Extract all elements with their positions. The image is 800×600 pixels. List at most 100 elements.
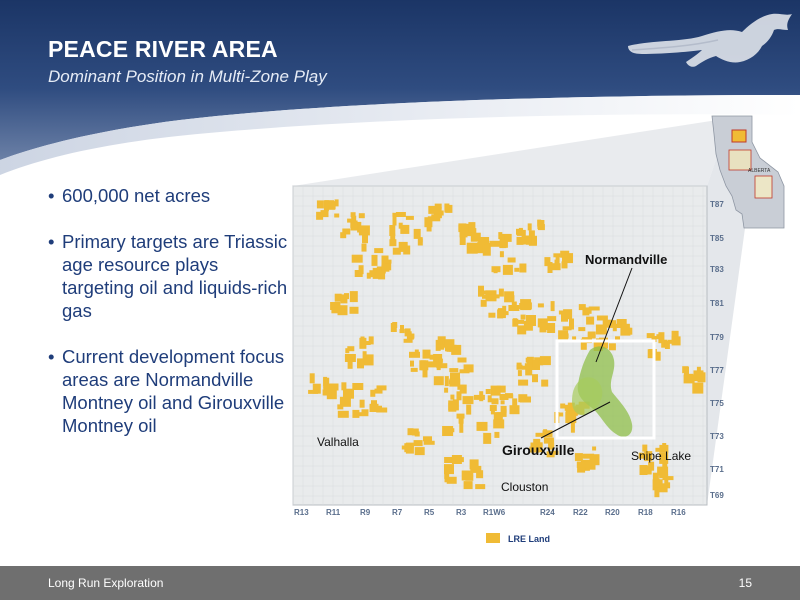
land-parcel — [413, 440, 423, 447]
range-label: R16 — [671, 508, 686, 517]
land-parcel — [485, 243, 490, 249]
land-parcel — [490, 385, 501, 396]
land-parcel — [586, 316, 595, 325]
land-parcel — [541, 379, 549, 387]
land-parcel — [390, 323, 397, 332]
land-parcel — [560, 250, 570, 258]
land-parcel — [550, 301, 555, 312]
range-label: R24 — [540, 508, 555, 517]
land-parcel — [456, 391, 462, 401]
land-parcel — [362, 351, 367, 360]
land-parcel — [376, 407, 388, 413]
footer-company: Long Run Exploration — [48, 576, 164, 590]
range-label: R11 — [326, 508, 341, 517]
land-parcel — [442, 426, 454, 436]
range-label: R9 — [360, 508, 371, 517]
land-parcel — [407, 333, 415, 339]
land-parcel — [507, 257, 516, 263]
land-parcel — [516, 362, 522, 368]
land-parcel — [308, 389, 319, 394]
land-parcel — [323, 376, 328, 386]
land-parcel — [692, 382, 704, 394]
land-parcel — [466, 404, 472, 415]
land-parcel — [537, 220, 545, 229]
land-parcel — [410, 367, 418, 372]
land-parcel — [589, 454, 600, 466]
land-parcel — [664, 341, 670, 349]
land-parcel — [513, 319, 524, 324]
land-parcel — [499, 251, 504, 258]
land-parcel — [493, 419, 505, 429]
land-parcel — [487, 395, 492, 403]
inset-box-3 — [754, 175, 773, 199]
land-parcel — [519, 263, 527, 273]
land-parcel — [596, 315, 608, 321]
land-parcel — [431, 214, 441, 222]
land-parcel — [475, 484, 486, 490]
land-parcel — [366, 272, 371, 279]
land-parcel — [489, 405, 497, 411]
land-parcel — [608, 343, 616, 351]
land-parcel — [491, 398, 499, 405]
land-parcel — [423, 436, 432, 442]
land-parcel — [414, 431, 420, 437]
land-parcel — [450, 394, 455, 400]
land-parcel — [488, 312, 496, 318]
land-parcel — [560, 403, 566, 409]
land-parcel — [463, 481, 473, 490]
legend-swatch — [486, 533, 500, 543]
land-parcel — [309, 373, 315, 384]
land-parcel — [444, 376, 449, 387]
land-parcel — [520, 299, 532, 311]
land-parcel — [451, 455, 462, 464]
land-parcel — [340, 232, 347, 239]
land-parcel — [463, 364, 474, 373]
land-parcel — [414, 447, 425, 456]
land-parcel — [358, 213, 365, 219]
land-parcel — [444, 339, 455, 349]
land-parcel — [639, 465, 648, 475]
land-parcel — [389, 239, 397, 247]
zoom-wedge-shade — [293, 118, 730, 186]
land-parcel — [511, 301, 517, 309]
land-parcel — [658, 332, 665, 344]
land-parcel — [686, 373, 694, 380]
township-label: T87 — [710, 200, 724, 209]
land-parcel — [444, 464, 454, 475]
land-parcel — [384, 259, 392, 264]
land-parcel — [470, 232, 481, 242]
range-label: R3 — [456, 508, 467, 517]
range-label: R13 — [294, 508, 309, 517]
land-parcel — [465, 470, 474, 481]
land-parcel — [349, 306, 359, 314]
land-parcel — [502, 394, 514, 399]
land-parcel — [405, 215, 414, 220]
land-parcel — [458, 223, 467, 231]
land-parcel — [537, 303, 544, 308]
label-valhalla: Valhalla — [317, 435, 359, 449]
land-parcel — [469, 459, 479, 470]
land-parcel — [395, 212, 406, 217]
land-parcel — [328, 201, 336, 210]
land-parcel — [476, 421, 488, 431]
land-parcel — [468, 222, 476, 233]
land-parcel — [595, 324, 607, 335]
land-parcel — [337, 305, 348, 316]
land-parcel — [459, 237, 466, 245]
land-parcel — [344, 293, 349, 300]
land-parcel — [494, 431, 500, 438]
land-parcel — [351, 254, 363, 263]
land-parcel — [419, 360, 429, 371]
land-parcel — [347, 218, 356, 223]
township-label: T77 — [710, 366, 724, 375]
land-parcel — [539, 322, 547, 333]
land-parcel — [578, 327, 586, 332]
land-parcel — [418, 237, 423, 243]
land-parcel — [662, 476, 674, 481]
land-parcel — [407, 428, 414, 436]
land-parcel — [621, 327, 633, 335]
land-parcel — [449, 368, 459, 373]
land-parcel — [483, 432, 492, 444]
land-parcel — [518, 379, 529, 386]
land-parcel — [350, 212, 356, 218]
